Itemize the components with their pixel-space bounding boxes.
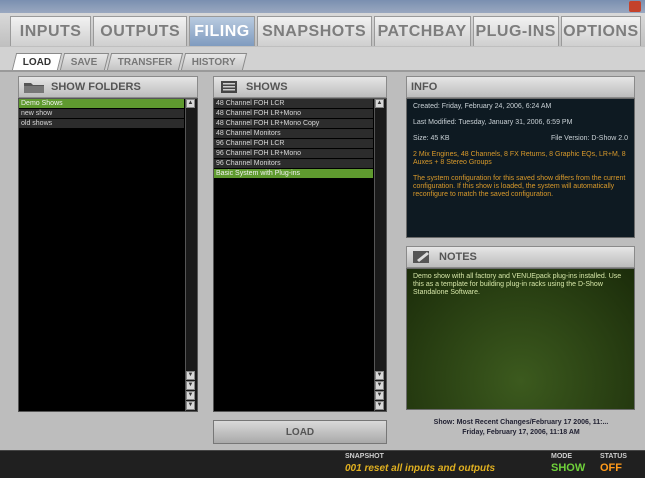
info-panel: Created: Friday, February 24, 2006, 6:24… — [406, 98, 635, 238]
tab-inputs[interactable]: INPUTS — [10, 16, 92, 46]
show-item[interactable]: 96 Channel FOH LCR — [214, 139, 373, 149]
show-item[interactable]: 48 Channel Monitors — [214, 129, 373, 139]
scroll-down-icon[interactable]: ▼ — [375, 401, 384, 410]
tab-snapshots[interactable]: SNAPSHOTS — [256, 16, 372, 46]
tab-plug-ins[interactable]: PLUG-INS — [472, 16, 559, 46]
info-file-version: File Version: D-Show 2.0 — [550, 135, 628, 142]
subtab-save-label: SAVE — [71, 56, 98, 68]
show-folders-title: SHOW FOLDERS — [51, 81, 141, 93]
tab-filing[interactable]: FILING — [189, 16, 255, 46]
shows-header: SHOWS — [213, 76, 387, 98]
show-item[interactable]: 48 Channel FOH LR+Mono — [214, 109, 373, 119]
info-modified: Last Modified: Tuesday, January 31, 2006… — [413, 119, 573, 126]
scroll-up-icon[interactable]: ▲ — [186, 99, 195, 108]
show-item[interactable]: 96 Channel FOH LR+Mono — [214, 149, 373, 159]
folder-icon — [23, 80, 45, 94]
shows-list[interactable]: 48 Channel FOH LCR 48 Channel FOH LR+Mon… — [213, 98, 387, 412]
load-button[interactable]: LOAD — [213, 420, 387, 444]
show-item[interactable]: 48 Channel FOH LR+Mono Copy — [214, 119, 373, 129]
info-created: Created: Friday, February 24, 2006, 6:24… — [413, 103, 552, 110]
subtab-load[interactable]: LOAD — [11, 53, 63, 70]
shows-scrollbar[interactable]: ▲ ▼ ▼ ▼ ▼ — [374, 99, 386, 411]
snapshot-label: SNAPSHOT — [345, 453, 384, 460]
document-list-icon — [218, 80, 240, 94]
show-folders-list[interactable]: Demo Shows new show old shows ▲ ▼ ▼ ▼ ▼ — [18, 98, 198, 412]
notepad-icon — [411, 250, 433, 264]
scroll-down-icon[interactable]: ▼ — [375, 391, 384, 400]
venue-filing-window: INPUTS OUTPUTS FILING SNAPSHOTS PATCHBAY… — [0, 0, 645, 478]
subtab-history[interactable]: HISTORY — [181, 53, 248, 70]
scroll-down-icon[interactable]: ▼ — [375, 381, 384, 390]
notes-header: NOTES — [406, 246, 635, 268]
current-show-name: Show: Most Recent Changes/February 17 20… — [433, 419, 609, 426]
scroll-down-icon[interactable]: ▼ — [375, 371, 384, 380]
folders-scrollbar[interactable]: ▲ ▼ ▼ ▼ ▼ — [185, 99, 197, 411]
close-icon[interactable] — [629, 1, 641, 12]
subtab-transfer-label: TRANSFER — [117, 56, 173, 68]
info-header: INFO — [406, 76, 635, 98]
sub-tab-bar: LOAD SAVE TRANSFER HISTORY — [0, 47, 645, 72]
subtab-history-label: HISTORY — [192, 56, 237, 68]
info-config: 2 Mix Engines, 48 Channels, 8 FX Returns… — [413, 151, 626, 166]
tab-outputs[interactable]: OUTPUTS — [93, 16, 188, 46]
folder-item[interactable]: Demo Shows — [19, 99, 184, 109]
scroll-down-icon[interactable]: ▼ — [186, 401, 195, 410]
tab-options[interactable]: OPTIONS — [560, 16, 642, 46]
notes-text: Demo show with all factory and VENUEpack… — [413, 273, 622, 296]
notes-panel[interactable]: Demo show with all factory and VENUEpack… — [406, 268, 635, 410]
folder-item[interactable]: old shows — [19, 119, 184, 129]
info-warning: The system configuration for this saved … — [413, 175, 626, 198]
snapshot-value[interactable]: 001 reset all inputs and outputs — [345, 463, 495, 474]
subtab-transfer[interactable]: TRANSFER — [106, 53, 184, 70]
scroll-down-icon[interactable]: ▼ — [186, 391, 195, 400]
shows-title: SHOWS — [246, 81, 288, 93]
status-bar: SNAPSHOT 001 reset all inputs and output… — [0, 450, 645, 478]
folder-item[interactable]: new show — [19, 109, 184, 119]
load-page: SHOW FOLDERS Demo Shows new show old sho… — [0, 72, 645, 450]
status-value[interactable]: OFF — [600, 462, 622, 474]
current-show-date: Friday, February 17, 2006, 11:18 AM — [462, 429, 580, 436]
show-folders-header: SHOW FOLDERS — [18, 76, 198, 98]
info-size-row: Size: 45 KB File Version: D-Show 2.0 — [413, 135, 628, 143]
subtab-load-label: LOAD — [22, 56, 52, 68]
show-item[interactable]: 96 Channel Monitors — [214, 159, 373, 169]
subtab-save[interactable]: SAVE — [60, 53, 109, 70]
status-label: STATUS — [600, 453, 627, 460]
info-size: Size: 45 KB — [413, 135, 450, 142]
mode-label: MODE — [551, 453, 572, 460]
scroll-up-icon[interactable]: ▲ — [375, 99, 384, 108]
mode-value[interactable]: SHOW — [551, 462, 585, 474]
show-item[interactable]: 48 Channel FOH LCR — [214, 99, 373, 109]
main-tab-bar: INPUTS OUTPUTS FILING SNAPSHOTS PATCHBAY… — [0, 13, 645, 47]
window-title-bar — [0, 0, 645, 13]
current-show-info: Show: Most Recent Changes/February 17 20… — [404, 418, 638, 438]
notes-title: NOTES — [439, 251, 477, 263]
scroll-down-icon[interactable]: ▼ — [186, 371, 195, 380]
info-title: INFO — [411, 81, 438, 93]
tab-patchbay[interactable]: PATCHBAY — [373, 16, 471, 46]
show-item[interactable]: Basic System with Plug-ins — [214, 169, 373, 179]
scroll-down-icon[interactable]: ▼ — [186, 381, 195, 390]
